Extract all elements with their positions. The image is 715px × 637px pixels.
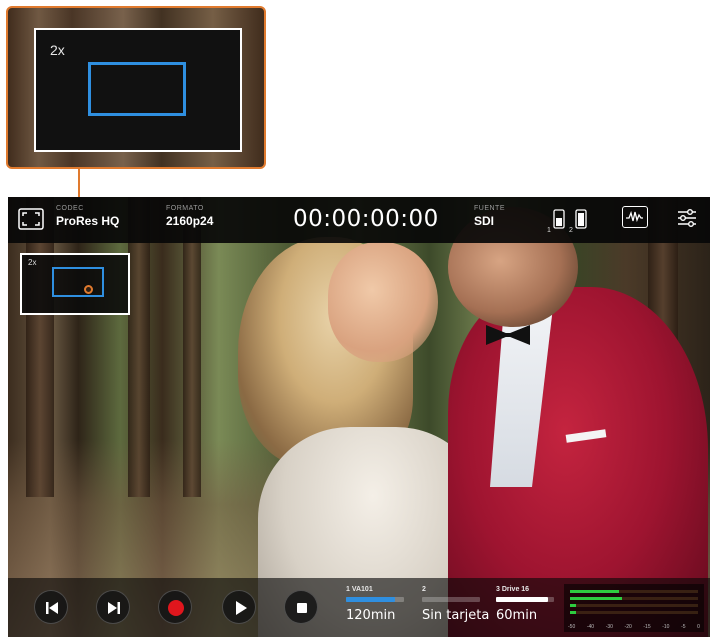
- timecode-display[interactable]: 00:00:00:00: [293, 206, 439, 232]
- audio-meter-channel-track: [570, 611, 698, 614]
- source-label: FUENTE: [474, 205, 505, 212]
- source-value: SDI: [474, 214, 495, 228]
- codec-label: CODEC: [56, 205, 84, 212]
- callout-frame-guide: 2x: [34, 28, 242, 152]
- audio-meter[interactable]: -50 -40 -30 -20 -15 -10 -5 0: [564, 584, 704, 632]
- slot-1-number: 1: [547, 227, 551, 234]
- record-icon: [168, 600, 184, 616]
- skip-back-icon: [46, 602, 58, 614]
- zoom-frame-guide[interactable]: 2x: [20, 253, 130, 315]
- audio-meter-tick-label: -10: [662, 624, 670, 630]
- slot-2-number: 2: [569, 227, 573, 234]
- zoom-callout: 2x: [6, 6, 266, 169]
- audio-meter-tick-label: -15: [643, 624, 651, 630]
- waveform-icon[interactable]: [622, 206, 648, 228]
- top-status-bar: CODEC ProRes HQ FORMATO 2160p24 00:00:00…: [8, 197, 710, 243]
- source-setting[interactable]: FUENTE SDI: [474, 205, 505, 228]
- media-slot-1-time: 120min: [346, 608, 396, 623]
- audio-meter-channel-level: [570, 597, 623, 600]
- codec-value: ProRes HQ: [56, 214, 120, 228]
- media-slot-2-name: 2: [422, 586, 426, 593]
- media-slot-1-capacity-bar: [346, 597, 404, 602]
- media-slot-2-time: Sin tarjeta: [422, 608, 490, 623]
- media-slot-2[interactable]: 2 Sin tarjeta: [422, 586, 489, 623]
- skip-back-button[interactable]: [34, 590, 68, 624]
- skip-forward-button[interactable]: [96, 590, 130, 624]
- play-button[interactable]: [222, 590, 256, 624]
- play-icon: [236, 601, 247, 615]
- media-slot-2-capacity-bar: [422, 597, 480, 602]
- audio-meter-channel-track: [570, 604, 698, 607]
- format-label: FORMATO: [166, 205, 204, 212]
- zoom-level-label: 2x: [28, 258, 37, 267]
- sliders-icon[interactable]: [676, 207, 698, 229]
- format-setting[interactable]: FORMATO 2160p24: [166, 205, 213, 228]
- record-button[interactable]: [158, 590, 192, 624]
- zoom-position-handle[interactable]: [84, 285, 93, 294]
- media-slot-3[interactable]: 3 Drive 16 60min: [496, 586, 554, 623]
- audio-meter-tick-label: -5: [681, 624, 686, 630]
- audio-meter-tick-label: -50: [568, 624, 576, 630]
- callout-zoom-region: [88, 62, 186, 116]
- format-value: 2160p24: [166, 214, 214, 228]
- sd-card-icon[interactable]: [553, 209, 565, 234]
- fullscreen-icon[interactable]: [18, 208, 44, 230]
- media-slot-3-name: 3 Drive 16: [496, 586, 530, 593]
- media-slot-3-time: 60min: [496, 608, 538, 623]
- callout-zoom-label: 2x: [50, 42, 65, 58]
- audio-meter-scale: -50 -40 -30 -20 -15 -10 -5 0: [568, 624, 700, 630]
- audio-meter-channel-level: [570, 611, 577, 614]
- audio-meter-tick-label: -20: [624, 624, 632, 630]
- stop-icon: [297, 603, 307, 613]
- monitor-screen: CODEC ProRes HQ FORMATO 2160p24 00:00:00…: [8, 197, 710, 637]
- media-slot-3-capacity-bar: [496, 597, 554, 602]
- media-slot-1[interactable]: 1 VA101 120min: [346, 586, 404, 623]
- audio-meter-tick-label: -30: [605, 624, 613, 630]
- sd-card-icon[interactable]: [575, 209, 587, 234]
- audio-meter-channel-level: [570, 604, 577, 607]
- codec-setting[interactable]: CODEC ProRes HQ: [56, 205, 119, 228]
- media-slot-1-name: 1 VA101: [346, 586, 373, 593]
- audio-meter-tick-label: -40: [586, 624, 595, 630]
- audio-meter-channel-level: [570, 590, 619, 593]
- zoom-region-box[interactable]: [52, 267, 104, 297]
- stop-button[interactable]: [284, 590, 318, 624]
- audio-meter-tick-label: 0: [697, 624, 700, 630]
- bottom-transport-bar: 1 VA101 120min 2 Sin tarjeta 3 Drive 16 …: [8, 578, 710, 637]
- skip-forward-icon: [108, 602, 120, 614]
